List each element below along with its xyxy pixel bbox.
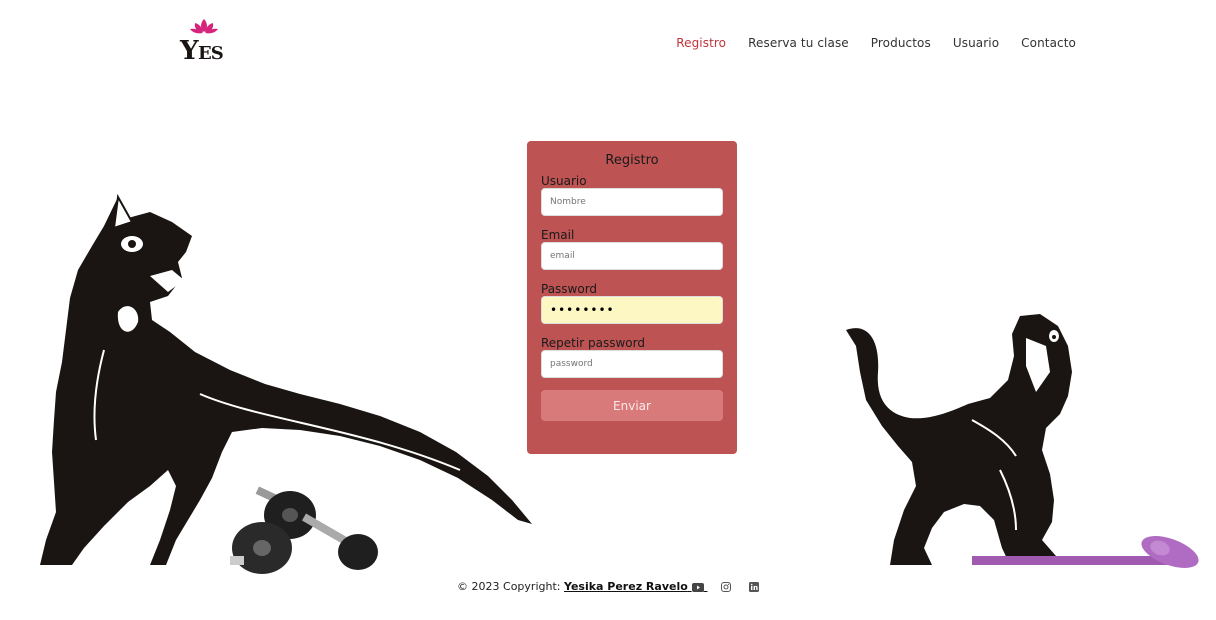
nav-reserva-tu-clase[interactable]: Reserva tu clase [748, 36, 849, 50]
author-name: Yesika Perez Ravelo [563, 580, 688, 593]
nav-productos[interactable]: Productos [871, 36, 931, 50]
main-nav: Registro Reserva tu clase Productos Usua… [676, 36, 1076, 50]
instagram-icon[interactable] [721, 582, 732, 592]
password-label: Password [541, 282, 598, 296]
svg-text:Y: Y [179, 36, 199, 65]
registration-form: Registro Usuario Email Password Repetir … [527, 141, 737, 454]
repeat-password-label: Repetir password [541, 336, 645, 350]
site-header: Y ES Registro Reserva tu clase Productos… [0, 0, 1216, 90]
linkedin-icon[interactable] [748, 582, 759, 592]
site-footer: © 2023 Copyright: Yesika Perez Ravelo [0, 580, 1216, 593]
yes-logo[interactable]: Y ES [178, 15, 226, 65]
enviar-button[interactable]: Enviar [541, 390, 723, 421]
usuario-label: Usuario [541, 174, 587, 188]
copyright-text: © 2023 Copyright: [457, 580, 561, 593]
svg-text:ES: ES [198, 43, 223, 64]
email-label: Email [541, 228, 575, 242]
author-link[interactable]: Yesika Perez Ravelo [564, 580, 707, 593]
repeat-password-input[interactable] [541, 350, 723, 378]
form-title: Registro [605, 153, 659, 168]
email-input[interactable] [541, 242, 723, 270]
usuario-input[interactable] [541, 188, 723, 216]
raptor-dinosaur-image [846, 314, 1072, 565]
lotus-icon [190, 19, 218, 34]
nav-usuario[interactable]: Usuario [953, 36, 999, 50]
nav-contacto[interactable]: Contacto [1021, 36, 1076, 50]
nav-registro[interactable]: Registro [676, 36, 726, 50]
dumbbells-image [230, 486, 378, 574]
youtube-icon[interactable] [691, 582, 704, 592]
password-input[interactable] [541, 296, 723, 324]
